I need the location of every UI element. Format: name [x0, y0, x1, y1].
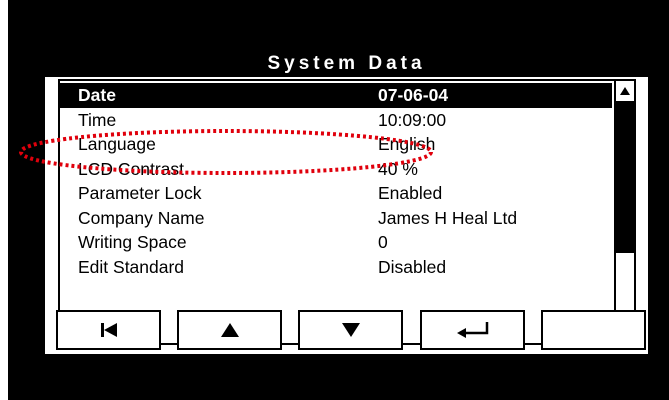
row-label: Language [78, 134, 156, 154]
enter-button[interactable] [420, 310, 525, 350]
vertical-scrollbar[interactable] [614, 81, 634, 343]
row-label: Writing Space [78, 232, 187, 252]
row-value: 40 % [378, 158, 418, 179]
softkey-bar [56, 310, 651, 350]
row-language[interactable]: Language English [60, 132, 612, 157]
row-label: Edit Standard [78, 256, 185, 277]
row-value: 0 [378, 232, 388, 252]
down-button[interactable] [298, 310, 403, 350]
enter-icon [456, 322, 488, 338]
scroll-up-button[interactable] [616, 81, 634, 103]
row-date[interactable]: Date 07-06-04 [60, 83, 612, 108]
row-value: 07-06-04 [378, 85, 449, 105]
row-edit-standard[interactable]: Edit Standard Disabled [60, 255, 612, 280]
row-label: Company Name [78, 207, 205, 228]
triangle-up-icon [620, 87, 630, 95]
up-button[interactable] [177, 310, 282, 350]
first-item-button[interactable] [56, 310, 161, 350]
row-value: English [378, 134, 436, 154]
row-label: Time [78, 109, 117, 130]
system-data-list: Date 07-06-04 Time 10:09:00 Language Eng… [58, 79, 636, 345]
row-label: Parameter Lock [78, 183, 202, 203]
lcd-screen: System Data Date 07-06-04 Time 10:09:00 … [45, 49, 648, 354]
row-label: Date [78, 85, 116, 105]
blank-softkey[interactable] [541, 310, 646, 350]
row-label: LCD Contrast [78, 158, 185, 179]
scrollbar-thumb[interactable] [616, 101, 634, 253]
arrow-up-icon [220, 323, 239, 337]
device-bezel: System Data Date 07-06-04 Time 10:09:00 … [8, 0, 669, 400]
row-value: Disabled [378, 256, 447, 277]
first-page-icon [100, 323, 117, 337]
row-value: 10:09:00 [378, 109, 447, 130]
row-company-name[interactable]: Company Name James H Heal Ltd [60, 206, 612, 231]
row-value: Enabled [378, 183, 443, 203]
arrow-down-icon [341, 323, 360, 337]
row-time[interactable]: Time 10:09:00 [60, 108, 612, 133]
row-parameter-lock[interactable]: Parameter Lock Enabled [60, 181, 612, 206]
row-lcd-contrast[interactable]: LCD Contrast 40 % [60, 157, 612, 182]
title-bar: System Data [45, 49, 648, 77]
row-value: James H Heal Ltd [378, 207, 518, 228]
row-writing-space[interactable]: Writing Space 0 [60, 230, 612, 255]
screen-title: System Data [267, 53, 426, 74]
